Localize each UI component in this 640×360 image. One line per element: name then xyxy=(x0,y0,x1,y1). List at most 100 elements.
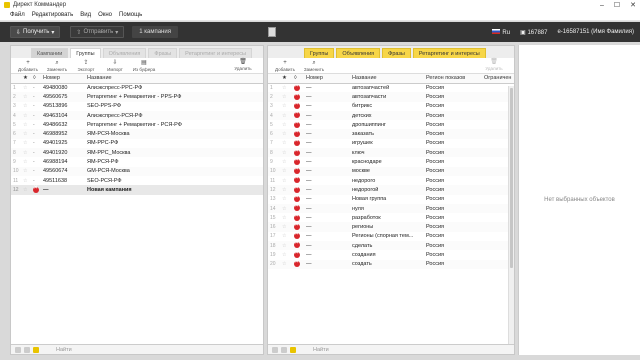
star-icon[interactable]: ☆ xyxy=(280,195,292,204)
star-icon[interactable]: ☆ xyxy=(280,176,292,185)
table-row[interactable]: 4☆ —детскихРоссия xyxy=(268,110,514,121)
column-limit[interactable]: Ограничен xyxy=(482,74,514,84)
column-num[interactable]: Номер xyxy=(304,74,350,84)
add-group-button[interactable]: + Добавить xyxy=(272,60,298,72)
tab-phrases[interactable]: Фразы xyxy=(148,48,178,58)
table-row[interactable]: 18☆ —сделатьРоссия xyxy=(268,241,514,251)
table-row[interactable]: 7 ☆ · 49401925 ЯМ-РРС-РФ xyxy=(11,139,263,148)
table-row[interactable]: 12☆ —недорогойРоссия xyxy=(268,185,514,195)
column-name[interactable]: Название xyxy=(350,74,424,84)
star-icon[interactable]: ☆ xyxy=(21,139,31,148)
table-row[interactable]: 9 ☆ — краснодаре Россия xyxy=(268,157,514,166)
table-row[interactable]: 11 ☆ · 49511638 SEO-РСЯ-РФ xyxy=(11,176,263,185)
star-icon[interactable]: ☆ xyxy=(280,139,292,148)
tab-groups[interactable]: Группы xyxy=(70,48,101,58)
table-row[interactable]: 11 ☆ — недорого Россия xyxy=(268,176,514,185)
star-icon[interactable]: ☆ xyxy=(21,148,31,158)
export-button[interactable]: ⇪ Экспорт xyxy=(73,60,99,72)
table-row[interactable]: 6 ☆ · 46988952 ЯМ-РСЯ-Москва xyxy=(11,129,263,139)
star-icon[interactable]: ☆ xyxy=(21,176,31,185)
column-num[interactable]: Номер xyxy=(41,74,85,84)
star-icon[interactable]: ☆ xyxy=(280,110,292,121)
star-icon[interactable]: ☆ xyxy=(21,129,31,139)
table-row[interactable]: 12☆ —Новая кампания xyxy=(11,185,263,195)
replace-group-button[interactable]: ⌕ Заменить xyxy=(301,60,327,72)
tab-ads-mid[interactable]: Объявления xyxy=(336,48,381,58)
table-row[interactable]: 1 ☆ · 49480080 Алиэкспресс-РРС-РФ xyxy=(11,83,263,92)
menu-edit[interactable]: Редактировать xyxy=(32,12,73,18)
table-row[interactable]: 10☆ —москвеРоссия xyxy=(268,166,514,176)
tab-campaigns[interactable]: Кампании xyxy=(31,48,69,58)
find-label[interactable]: Найти xyxy=(56,347,72,353)
filter-icon[interactable] xyxy=(272,346,278,353)
menu-help[interactable]: Помощь xyxy=(119,12,142,18)
column-region[interactable]: Регион показов xyxy=(424,74,482,84)
table-row[interactable]: 19 ☆ — создания Россия xyxy=(268,250,514,259)
star-filter-icon[interactable] xyxy=(281,346,287,353)
star-icon[interactable]: ☆ xyxy=(280,213,292,222)
star-icon[interactable]: ☆ xyxy=(21,185,31,195)
tag-filter-icon[interactable] xyxy=(33,346,39,353)
star-icon[interactable]: ☆ xyxy=(280,232,292,241)
menu-view[interactable]: Вид xyxy=(80,12,91,18)
table-row[interactable]: 3 ☆ — битрикс Россия xyxy=(268,102,514,111)
table-row[interactable]: 16☆ —регионыРоссия xyxy=(268,222,514,232)
maximize-icon[interactable]: ☐ xyxy=(614,1,620,9)
star-icon[interactable]: ☆ xyxy=(21,157,31,166)
star-icon[interactable]: ☆ xyxy=(280,157,292,166)
star-column-icon[interactable]: ★ xyxy=(280,74,292,84)
table-row[interactable]: 8☆ —ключРоссия xyxy=(268,148,514,158)
tag-filter-icon[interactable] xyxy=(290,346,296,353)
tab-ads[interactable]: Объявления xyxy=(102,48,147,58)
find-label[interactable]: Найти xyxy=(313,347,329,353)
minimize-icon[interactable]: – xyxy=(600,2,604,9)
table-row[interactable]: 20☆ —создатьРоссия xyxy=(268,259,514,269)
table-row[interactable]: 2☆ —автозапчастиРоссия xyxy=(268,92,514,102)
star-filter-icon[interactable] xyxy=(24,346,30,353)
star-icon[interactable]: ☆ xyxy=(280,250,292,259)
table-row[interactable]: 13 ☆ — Новая группа Россия xyxy=(268,195,514,204)
star-icon[interactable]: ☆ xyxy=(280,185,292,195)
star-icon[interactable]: ☆ xyxy=(21,166,31,176)
star-icon[interactable]: ☆ xyxy=(280,222,292,232)
send-button[interactable]: ⇧ Отправить ▾ xyxy=(70,26,125,38)
table-row[interactable]: 7 ☆ — игрушек Россия xyxy=(268,139,514,148)
delete-button[interactable]: 🗑 Удалить xyxy=(230,59,256,71)
tab-retargeting[interactable]: Ретаргетинг и интересы xyxy=(179,48,252,58)
delete-group-button[interactable]: 🗑 Удалить xyxy=(481,59,507,71)
table-row[interactable]: 9 ☆ · 46988194 ЯМ-РСЯ-РФ xyxy=(11,157,263,166)
star-column-icon[interactable]: ★ xyxy=(21,74,31,84)
document-icon[interactable] xyxy=(267,27,276,37)
from-clipboard-button[interactable]: ▤ Из буфера xyxy=(131,60,157,72)
star-icon[interactable]: ☆ xyxy=(280,120,292,129)
star-icon[interactable]: ☆ xyxy=(280,148,292,158)
table-row[interactable]: 15 ☆ — разработок Россия xyxy=(268,213,514,222)
table-row[interactable]: 4 ☆ · 49463104 Алиэкспресс-РСЯ-РФ xyxy=(11,110,263,121)
vertical-scrollbar[interactable] xyxy=(508,86,514,344)
star-icon[interactable]: ☆ xyxy=(280,102,292,111)
status-column-icon[interactable]: ◊ xyxy=(31,74,41,84)
import-button[interactable]: ⇩ Импорт xyxy=(102,60,128,72)
star-icon[interactable]: ☆ xyxy=(280,241,292,251)
table-row[interactable]: 1 ☆ — автозапчастей Россия xyxy=(268,83,514,92)
table-row[interactable]: 8 ☆ · 49401920 ЯМ-РРС_Москва xyxy=(11,148,263,158)
table-row[interactable]: 17 ☆ — Регионы (спорная тем... Россия xyxy=(268,232,514,241)
close-icon[interactable]: ✕ xyxy=(630,1,636,9)
table-row[interactable]: 2 ☆ · 49560675 Ретаргетинг + Ремаркетинг - Р… xyxy=(11,92,263,102)
menu-window[interactable]: Окно xyxy=(98,12,112,18)
star-icon[interactable]: ☆ xyxy=(21,120,31,129)
status-column-icon[interactable]: ◊ xyxy=(292,74,304,84)
table-row[interactable]: 10 ☆ · 49560674 GM-РСЯ-Москва xyxy=(11,166,263,176)
table-row[interactable]: 14☆ —нуляРоссия xyxy=(268,203,514,214)
campaigns-count-tab[interactable]: 1 кампания xyxy=(132,26,178,38)
table-row[interactable]: 5 ☆ · 49486632 Ретаргетинг + Ремаркетинг - Р… xyxy=(11,120,263,129)
column-name[interactable]: Название xyxy=(85,74,263,84)
add-button[interactable]: + Добавить xyxy=(15,60,41,72)
replace-button[interactable]: ⌕ Заменить xyxy=(44,60,70,72)
star-icon[interactable]: ☆ xyxy=(280,92,292,102)
tab-retargeting-mid[interactable]: Ретаргетинг и интересы xyxy=(412,48,486,58)
star-icon[interactable]: ☆ xyxy=(21,83,31,92)
star-icon[interactable]: ☆ xyxy=(21,102,31,111)
table-row[interactable]: 3 ☆ · 49513896 SEO-РРS-РФ xyxy=(11,102,263,111)
star-icon[interactable]: ☆ xyxy=(21,110,31,121)
